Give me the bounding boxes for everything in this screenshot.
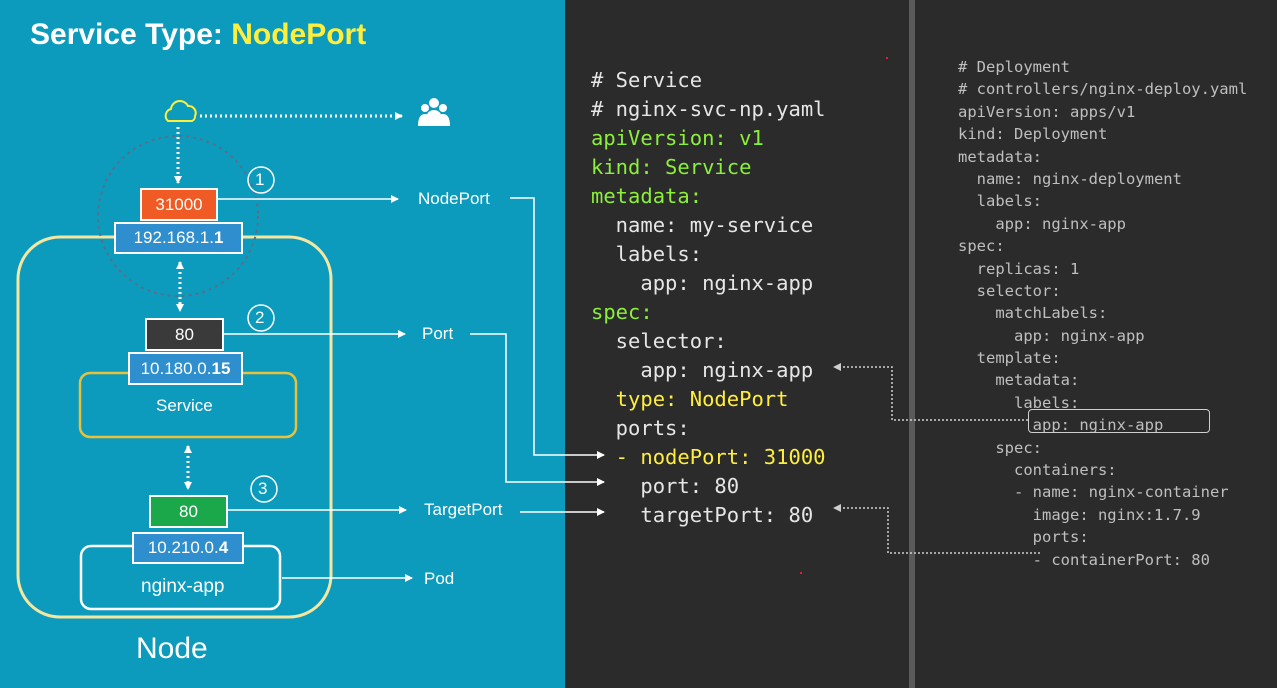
stray-dot	[886, 57, 888, 59]
deploy-line-4: metadata:	[958, 147, 1042, 166]
deploy-line-3: kind: Deployment	[958, 125, 1108, 144]
yaml-line-labels: labels:	[591, 242, 703, 266]
deploy-line-21: ports:	[958, 528, 1089, 547]
yaml-line-metadata: metadata:	[591, 184, 703, 208]
port-box: 80	[145, 318, 224, 351]
node-ip-prefix: 192.168.1.	[133, 228, 214, 247]
yaml-line-port: port: 80	[591, 474, 740, 498]
deploy-line-7: app: nginx-app	[958, 214, 1126, 233]
deploy-line-1: # controllers/nginx-deploy.yaml	[958, 80, 1248, 99]
yaml-line-apiversion: apiVersion: v1	[591, 126, 764, 150]
deploy-line-11: matchLabels:	[958, 304, 1108, 323]
deploy-line-6: labels:	[958, 192, 1042, 211]
template-label-highlight	[1028, 409, 1210, 433]
deploy-line-8: spec:	[958, 237, 1005, 256]
deployment-yaml: # Deployment # controllers/nginx-deploy.y…	[958, 56, 1247, 571]
service-ip-suffix: 15	[211, 358, 231, 378]
nodeport-box: 31000	[140, 188, 218, 221]
pod-ip-suffix: 4	[218, 538, 229, 557]
deploy-line-0: # Deployment	[958, 58, 1070, 76]
yaml-line-selector-app: app: nginx-app	[591, 358, 814, 382]
deploy-line-13: template:	[958, 349, 1061, 368]
yaml-line-name: name: my-service	[591, 213, 814, 237]
service-ip-prefix: 10.180.0.	[140, 358, 212, 378]
port-yaml-link	[470, 333, 605, 486]
yaml-line-nodeport: - nodePort: 31000	[591, 445, 826, 469]
users-icon	[418, 98, 450, 126]
deploy-line-10: selector:	[958, 281, 1061, 300]
node-label: Node	[136, 632, 208, 665]
deploy-line-17: spec:	[958, 438, 1042, 457]
cloud-icon	[164, 100, 197, 122]
service-ip-box: 10.180.0. 15	[128, 352, 243, 385]
deploy-line-20: image: nginx:1.7.9	[958, 505, 1201, 524]
yaml-line-comment-1: # Service	[591, 68, 703, 92]
deploy-line-9: replicas: 1	[958, 259, 1080, 278]
step-2-number: 2	[255, 308, 265, 327]
nodeport-yaml-link	[510, 197, 605, 459]
deploy-line-14: metadata:	[958, 371, 1080, 390]
port-callout: Port	[422, 324, 454, 343]
deploy-line-19: - name: nginx-container	[958, 483, 1229, 502]
pod-app-label: nginx-app	[141, 576, 225, 597]
pod-callout: Pod	[424, 569, 455, 588]
nodeport-callout: NodePort	[418, 189, 490, 208]
targetport-callout: TargetPort	[424, 500, 503, 519]
deploy-line-2: apiVersion: apps/v1	[958, 102, 1136, 121]
targetport-box: 80	[149, 495, 228, 528]
yaml-line-targetport: targetPort: 80	[591, 503, 814, 527]
deploy-line-12: app: nginx-app	[958, 326, 1145, 345]
yaml-line-selector: selector:	[591, 329, 727, 353]
yaml-line-ports: ports:	[591, 416, 690, 440]
service-label: Service	[156, 396, 213, 415]
yaml-line-comment-2: # nginx-svc-np.yaml	[591, 97, 826, 121]
yaml-line-type: type: NodePort	[591, 387, 789, 411]
deploy-line-18: containers:	[958, 461, 1117, 480]
deploy-line-22: - containerPort: 80	[958, 550, 1210, 569]
yaml-line-kind: kind: Service	[591, 155, 752, 179]
node-ip-box: 192.168.1. 1	[114, 222, 243, 254]
pod-ip-prefix: 10.210.0.	[147, 538, 219, 557]
node-ip-suffix: 1	[213, 228, 224, 247]
step-3-number: 3	[258, 479, 268, 498]
yaml-line-spec: spec:	[591, 300, 653, 324]
stray-dot	[800, 572, 802, 574]
pod-ip-box: 10.210.0. 4	[132, 532, 244, 564]
deploy-line-5: name: nginx-deployment	[958, 169, 1182, 188]
step-1-number: 1	[255, 170, 265, 189]
yaml-line-label-app: app: nginx-app	[591, 271, 814, 295]
service-yaml: # Service # nginx-svc-np.yaml apiVersion: …	[591, 66, 826, 530]
